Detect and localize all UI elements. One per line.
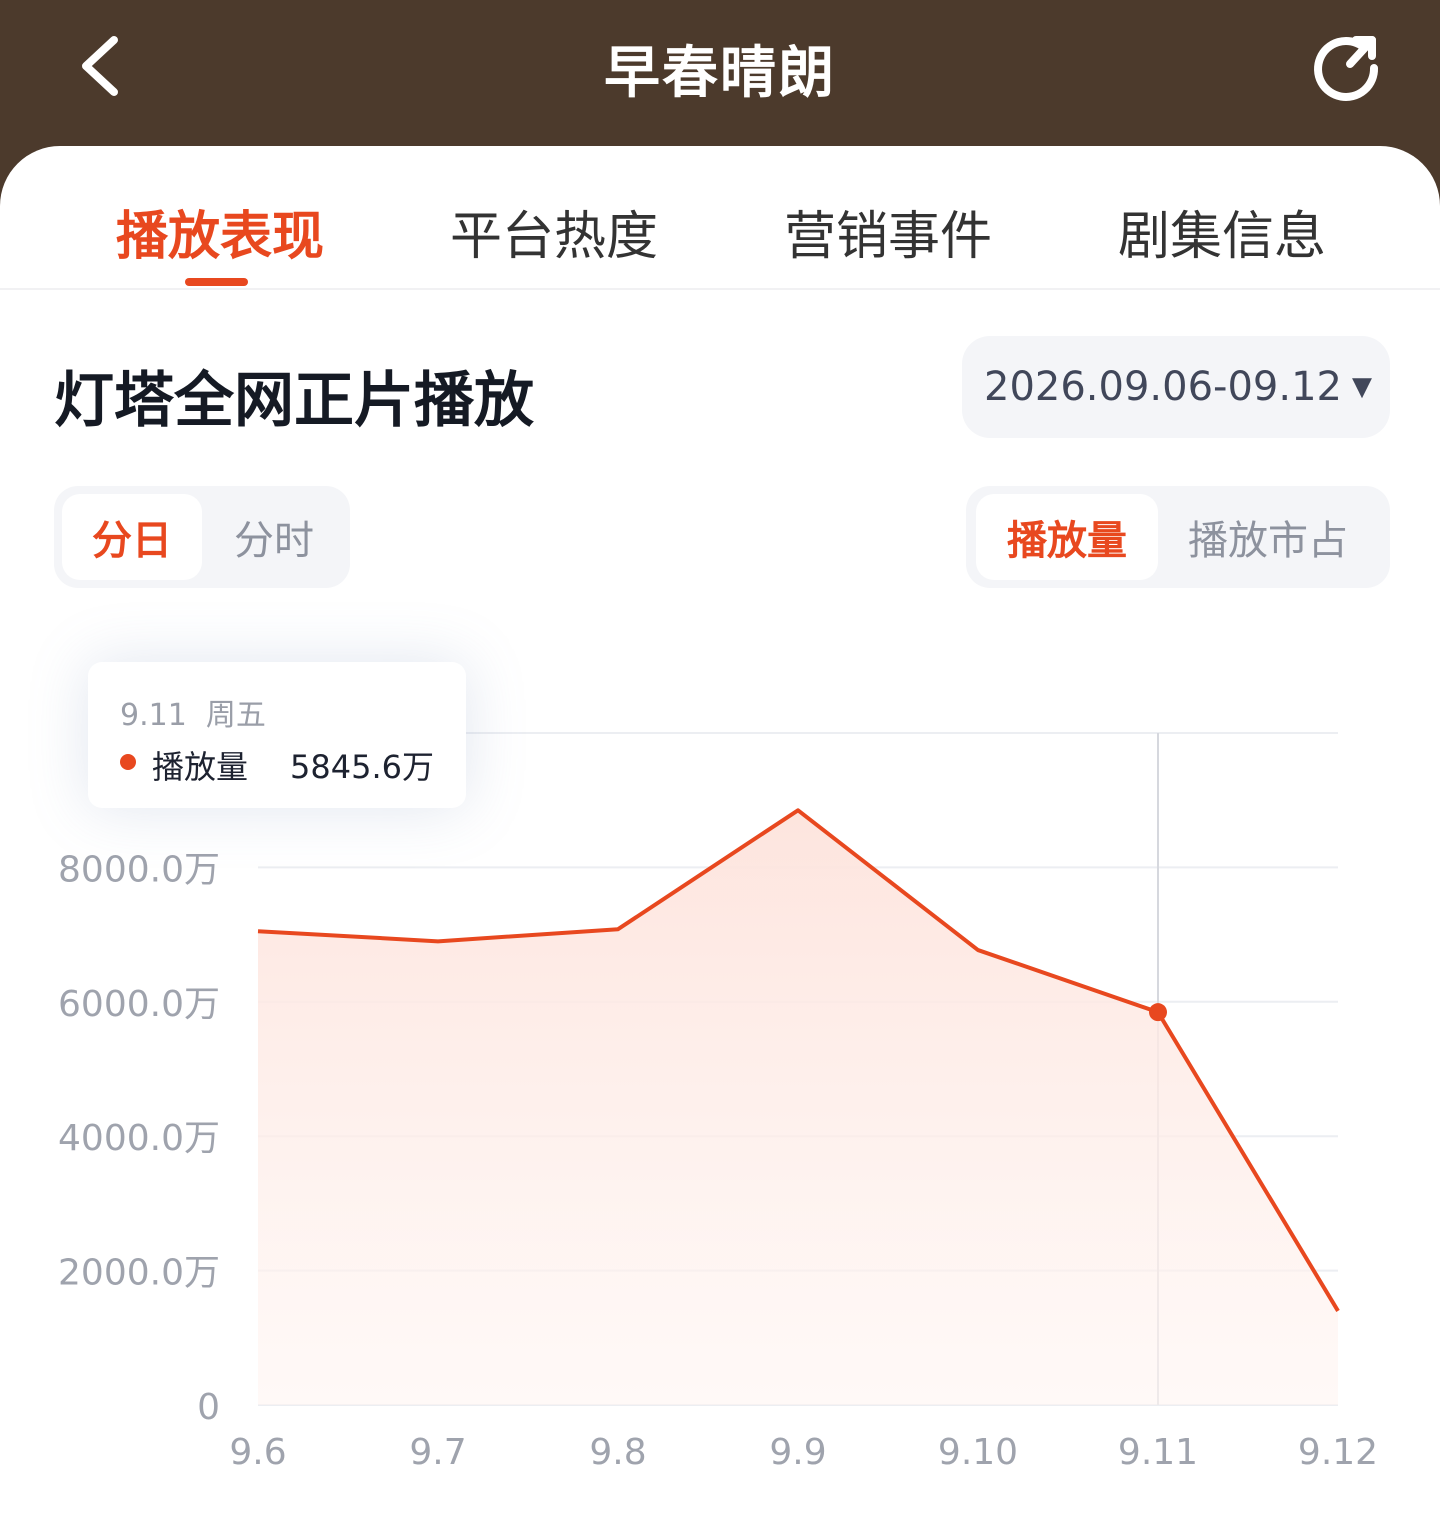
tooltip-series-dot [120,754,136,770]
y-tick-label: 0 [197,1387,220,1428]
x-tick-label: 9.8 [589,1432,646,1473]
tooltip-series-value: 5845.6万 [290,748,434,786]
tooltip-date: 9.11 周五 [120,690,266,734]
x-tick-label: 9.6 [229,1432,286,1473]
tooltip-weekday: 周五 [205,698,266,733]
content-card: 播放表现 平台热度 营销事件 剧集信息 灯塔全网正片播放 2026.09.06-… [0,146,1440,1519]
series-area [258,810,1338,1405]
x-tick-label: 9.10 [938,1432,1018,1473]
highlight-point [1149,1003,1167,1022]
y-tick-label: 4000.0万 [58,1118,220,1159]
tooltip-date-value: 9.11 [120,698,187,733]
x-tick-label: 9.7 [409,1432,466,1473]
x-tick-label: 9.12 [1298,1432,1378,1473]
refresh-icon [1314,36,1379,101]
top-bar: 早春晴朗 [0,0,1440,150]
x-tick-label: 9.9 [769,1432,826,1473]
page-title: 早春晴朗 [604,41,836,106]
chart-tooltip: 9.11 周五 播放量 5845.6万 [88,662,466,808]
refresh-button[interactable] [1308,28,1392,112]
x-tick-label: 9.11 [1118,1432,1198,1473]
y-tick-label: 2000.0万 [58,1253,220,1294]
y-tick-label: 6000.0万 [58,984,220,1025]
y-tick-label: 8000.0万 [58,849,220,890]
playback-chart: 0 2000.0万 4000.0万 6000.0万 8000.0万 9.6 9.7 9.8 9.… [58,732,1378,1473]
tooltip-series-name: 播放量 [152,748,249,786]
